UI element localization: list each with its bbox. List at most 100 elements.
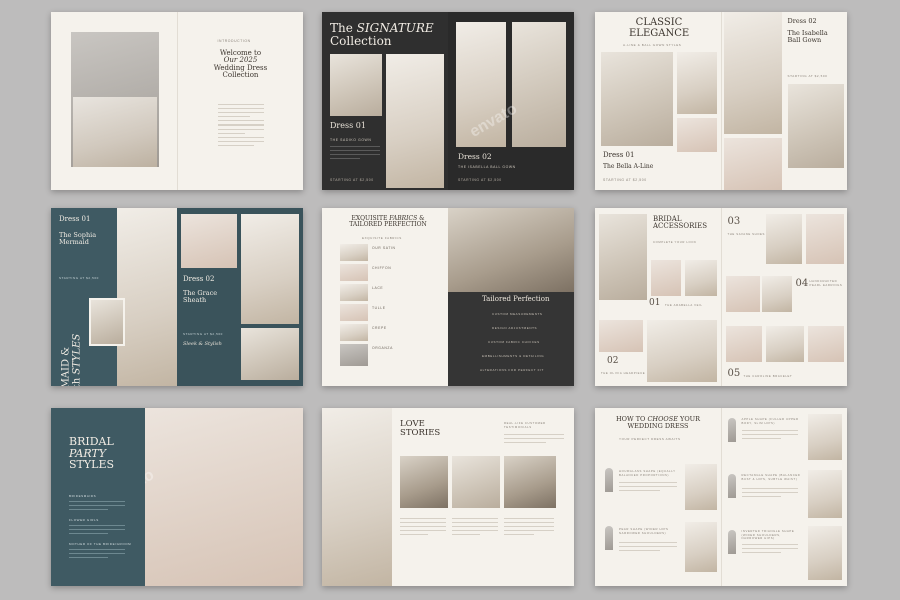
dress02-price: STARTING AT $2,500 bbox=[787, 74, 828, 78]
spread-bridal-party[interactable]: BRIDAL PARTY STYLES BRIDESMAIDS FLOWER G… bbox=[51, 408, 303, 586]
spread-classic-elegance[interactable]: CLASSIC ELEGANCE A-LINE & BALL GOWN STYL… bbox=[595, 12, 847, 190]
page-right: APPLE SHAPE (FULLER UPPER BODY, SLIM HIP… bbox=[720, 408, 847, 586]
dress01-name: THE SADIKO GOWN bbox=[330, 138, 372, 142]
grace-bodice-photo bbox=[181, 214, 237, 268]
shoes-detail-photo bbox=[805, 214, 844, 264]
step-item: EMBELLISHMENTS & DETAILING bbox=[482, 354, 545, 358]
accessory-number: 02 bbox=[607, 356, 619, 366]
dress01-name: The Sophia Mermaid bbox=[59, 231, 97, 246]
page-left: Dress 01 The Sophia Mermaid STARTING AT … bbox=[51, 208, 177, 386]
testimonial-2 bbox=[452, 518, 498, 538]
grace-sheath-photo bbox=[241, 214, 299, 324]
bracelet-hand-photo bbox=[807, 326, 844, 362]
testimonial-1 bbox=[400, 518, 446, 538]
page-right: LOVE STORIES REAL-LIFE CUSTOMER TESTIMON… bbox=[392, 408, 574, 586]
sophia-mermaid-photo bbox=[117, 208, 177, 386]
spread-bridal-accessories[interactable]: BRIDAL ACCESSORIES COMPLETE YOUR LOOK 01… bbox=[595, 208, 847, 386]
shape-item: PEAR SHAPE (WIDER HIPS NARROWER SHOULDER… bbox=[619, 527, 669, 535]
veil-detail-photo bbox=[651, 260, 681, 296]
headpiece-photo bbox=[599, 320, 643, 352]
veil-bride-photo bbox=[599, 214, 647, 300]
page-left: EXQUISITE FABRICS & TAILORED PERFECTION … bbox=[322, 208, 448, 386]
tailored-title: Tailored Perfection bbox=[482, 295, 550, 303]
dress02-label: Dress 02 bbox=[183, 275, 215, 283]
shoes-photo bbox=[765, 214, 802, 264]
fabrics-title: EXQUISITE FABRICS & TAILORED PERFECTION bbox=[349, 215, 427, 229]
earrings-photo bbox=[725, 276, 760, 312]
accessory-label: THE CAROLINE BRACELET bbox=[743, 374, 793, 378]
dress02-price: STARTING AT $2,500 bbox=[458, 178, 502, 182]
hourglass-dress-photo bbox=[685, 464, 717, 510]
shape-item: HOURGLASS SHAPE (EQUALLY BALANCED PROPOR… bbox=[619, 469, 676, 477]
lace-gown-photo bbox=[322, 408, 392, 586]
party-item: MOTHER OF THE BRIDE/GROOM bbox=[69, 542, 132, 546]
party-item: BRIDESMAIDS bbox=[69, 494, 97, 498]
page-left: HOW TO CHOOSE YOUR WEDDING DRESS YOUR PE… bbox=[595, 408, 721, 586]
page-right: Tailored Perfection CUSTOM MEASUREMENTS … bbox=[448, 208, 574, 386]
dress01-price: STARTING AT $2,500 bbox=[330, 178, 374, 182]
fabric-label: ORGANZA bbox=[372, 346, 393, 350]
dress02-front-photo bbox=[512, 22, 566, 147]
step-item: CUSTOM FABRIC CHOICES bbox=[488, 340, 540, 344]
gown-lace-photo bbox=[73, 97, 157, 167]
accessory-number: 03 bbox=[727, 216, 741, 227]
tailor-at-work-photo bbox=[448, 208, 574, 292]
page-right: Dress 02 THE ISABELLA BALL GOWN STARTING… bbox=[448, 12, 574, 190]
spread-introduction[interactable]: INTRODUCTION Welcome to Our 2025 Wedding… bbox=[51, 12, 303, 190]
dress02-name: The Grace Sheath bbox=[183, 289, 218, 304]
intro-body-text bbox=[217, 104, 264, 149]
bracelet-detail-photo bbox=[765, 326, 804, 362]
signature-title: The SIGNATURE Collection bbox=[330, 21, 434, 48]
fabric-label: OUR SATIN bbox=[372, 246, 396, 250]
accessory-number: 04 bbox=[795, 278, 809, 289]
shape-item: APPLE SHAPE (FULLER UPPER BODY, SLIM HIP… bbox=[741, 417, 799, 425]
dress01-price: STARTING AT $2,500 bbox=[59, 276, 99, 280]
accessory-label: THE ARABELLA VEIL bbox=[665, 303, 703, 307]
shape-item: INVERTED TRIANGLE SHAPE (WIDER SHOULDERS… bbox=[741, 529, 795, 541]
bella-detail-photo bbox=[677, 52, 717, 114]
dress02-name: THE ISABELLA BALL GOWN bbox=[458, 165, 516, 169]
fabric-label: CHIFFON bbox=[372, 266, 392, 270]
accessories-title: BRIDAL ACCESSORIES bbox=[653, 215, 708, 231]
inverted-triangle-figure-icon bbox=[727, 530, 736, 554]
step-item: CUSTOM MEASUREMENTS bbox=[492, 312, 543, 316]
accessory-label: HANDCRAFTED PEARL EARRINGS bbox=[809, 279, 843, 287]
grace-back-photo bbox=[241, 328, 299, 380]
bella-a-line-photo bbox=[601, 52, 673, 146]
intro-title: Welcome to Our 2025 Wedding Dress Collec… bbox=[213, 49, 268, 80]
accessory-number: 01 bbox=[649, 298, 661, 308]
dress01-photo bbox=[330, 54, 382, 116]
bracelet-photo bbox=[725, 326, 762, 362]
party-item: FLOWER GIRLS bbox=[69, 518, 99, 522]
fabric-label: LACE bbox=[372, 286, 384, 290]
shape-text bbox=[619, 542, 677, 554]
page-right: 03 THE SAVANE SHOES 04 HANDCRAFTED PEARL… bbox=[720, 208, 847, 386]
dress01-label: Dress 01 bbox=[603, 151, 635, 159]
page-left bbox=[322, 408, 392, 586]
spread-mermaid-sheath[interactable]: Dress 01 The Sophia Mermaid STARTING AT … bbox=[51, 208, 303, 386]
spread-choose-dress[interactable]: HOW TO CHOOSE YOUR WEDDING DRESS YOUR PE… bbox=[595, 408, 847, 586]
dress01-name: The Bella A-Line bbox=[603, 163, 654, 170]
spread-fabrics-tailoring[interactable]: EXQUISITE FABRICS & TAILORED PERFECTION … bbox=[322, 208, 574, 386]
accessories-subtitle: COMPLETE YOUR LOOK bbox=[653, 240, 697, 244]
page-right: envato bbox=[145, 408, 303, 586]
veil-back-photo bbox=[685, 260, 717, 296]
shape-text bbox=[619, 482, 677, 494]
shape-item: RECTANGLE SHAPE (BALANCED BUST & HIPS, S… bbox=[741, 473, 801, 481]
classic-subtitle: A-LINE & BALL GOWN STYLES bbox=[623, 43, 682, 47]
page-left: BRIDAL ACCESSORIES COMPLETE YOUR LOOK 01… bbox=[595, 208, 721, 386]
hairstyle-photo bbox=[647, 320, 717, 382]
earrings-detail-photo bbox=[761, 276, 792, 312]
page-left: CLASSIC ELEGANCE A-LINE & BALL GOWN STYL… bbox=[595, 12, 721, 190]
accessory-label: THE SAVANE SHOES bbox=[727, 232, 765, 236]
spread-love-stories[interactable]: LOVE STORIES REAL-LIFE CUSTOMER TESTIMON… bbox=[322, 408, 574, 586]
isabella-portrait-photo bbox=[787, 84, 844, 168]
tagline-script: Sleek & Stylish bbox=[183, 341, 222, 347]
organza-swatch bbox=[340, 344, 368, 366]
spread-signature-collection[interactable]: The SIGNATURE Collection Dress 01 THE SA… bbox=[322, 12, 574, 190]
crepe-swatch bbox=[340, 324, 368, 341]
bridal-party-title: BRIDAL PARTY STYLES bbox=[69, 435, 115, 472]
dress02-label: Dress 02 bbox=[458, 152, 492, 161]
rectangle-figure-icon bbox=[727, 474, 736, 498]
shape-text bbox=[741, 544, 798, 556]
